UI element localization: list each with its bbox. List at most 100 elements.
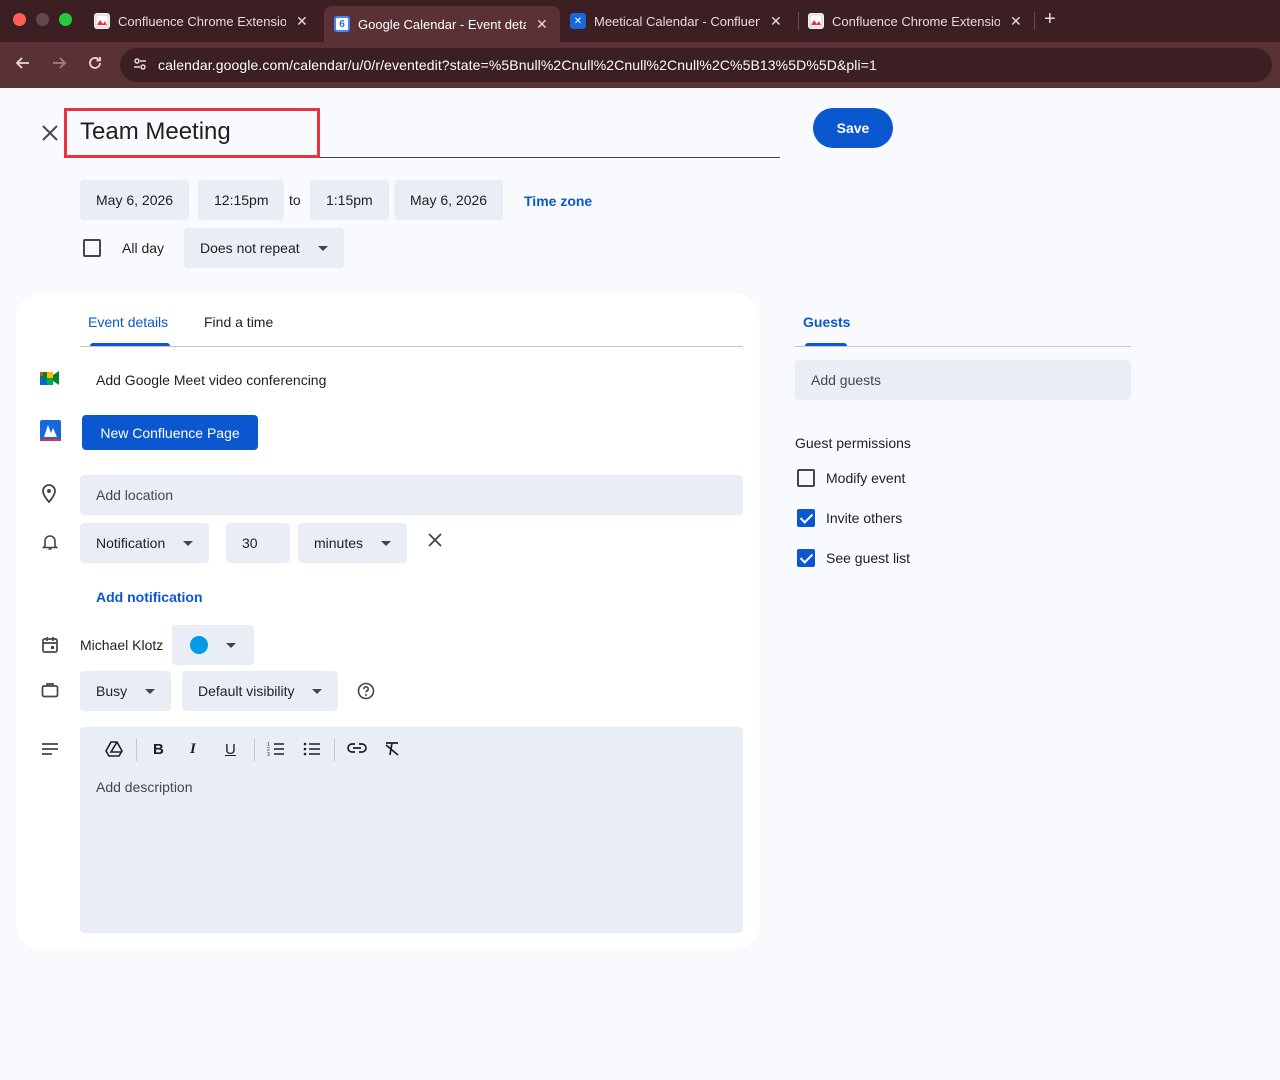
- minimize-window-button[interactable]: [36, 13, 49, 26]
- time-zone-button[interactable]: Time zone: [524, 193, 592, 209]
- close-tab-icon[interactable]: ✕: [536, 16, 548, 33]
- save-button[interactable]: Save: [813, 108, 893, 148]
- availability-dropdown[interactable]: Busy: [80, 671, 172, 711]
- dropdown-arrow-icon: [312, 688, 323, 694]
- tab-event-details[interactable]: Event details: [88, 314, 168, 330]
- browser-tab[interactable]: Confluence Chrome Extension ✕: [808, 6, 1022, 36]
- close-tab-icon[interactable]: ✕: [296, 13, 308, 30]
- bell-icon: [41, 533, 59, 556]
- repeat-value: Does not repeat: [200, 240, 300, 256]
- google-drive-icon[interactable]: [105, 741, 123, 761]
- active-tab-indicator: [805, 343, 847, 346]
- google-meet-icon: [40, 370, 60, 391]
- repeat-dropdown[interactable]: Does not repeat: [184, 228, 344, 268]
- visibility-value: Default visibility: [198, 683, 295, 699]
- confluence-extension-favicon-icon: [808, 13, 824, 29]
- toolbar-separator: [254, 739, 255, 761]
- add-notification-button[interactable]: Add notification: [96, 589, 203, 605]
- close-event-editor-icon[interactable]: [40, 122, 60, 150]
- clear-formatting-icon[interactable]: [384, 741, 400, 761]
- tab-title: Confluence Chrome Extension: [118, 13, 286, 29]
- visibility-dropdown[interactable]: Default visibility: [182, 671, 339, 711]
- invite-others-label: Invite others: [826, 510, 903, 526]
- site-settings-icon[interactable]: [132, 56, 152, 75]
- tab-guests[interactable]: Guests: [803, 314, 850, 330]
- calendar-icon: [41, 636, 59, 659]
- briefcase-icon: [41, 682, 59, 703]
- toolbar-separator: [136, 739, 137, 761]
- dropdown-arrow-icon: [226, 642, 236, 648]
- svg-text:3: 3: [267, 752, 270, 757]
- italic-icon[interactable]: I: [190, 741, 196, 758]
- toolbar-separator: [334, 739, 335, 761]
- reload-icon[interactable]: [87, 55, 103, 76]
- help-icon[interactable]: [357, 682, 375, 705]
- close-tab-icon[interactable]: ✕: [1010, 13, 1022, 30]
- underline-icon[interactable]: U: [225, 741, 236, 758]
- tab-find-a-time[interactable]: Find a time: [204, 314, 273, 330]
- location-input[interactable]: Add location: [80, 475, 743, 515]
- bold-icon[interactable]: B: [153, 741, 164, 758]
- event-color-dropdown[interactable]: [172, 625, 254, 665]
- notification-unit-value: minutes: [314, 535, 364, 551]
- end-date-button[interactable]: May 6, 2026: [394, 180, 504, 220]
- calendar-owner-name: Michael Klotz: [80, 637, 164, 653]
- availability-value: Busy: [96, 683, 128, 699]
- see-guest-list-checkbox[interactable]: [797, 549, 815, 567]
- tabs-divider: [80, 346, 743, 347]
- bulleted-list-icon[interactable]: [303, 741, 321, 761]
- dropdown-arrow-icon: [381, 540, 392, 546]
- confluence-logo-icon: [40, 420, 61, 446]
- notification-type-dropdown[interactable]: Notification: [80, 523, 210, 563]
- url-text: calendar.google.com/calendar/u/0/r/event…: [158, 57, 877, 73]
- new-confluence-page-button[interactable]: New Confluence Page: [82, 415, 258, 450]
- add-guests-input[interactable]: Add guests: [795, 360, 1131, 400]
- remove-notification-icon[interactable]: [428, 533, 442, 552]
- see-guest-list-label: See guest list: [826, 550, 911, 566]
- location-pin-icon: [41, 484, 57, 509]
- close-tab-icon[interactable]: ✕: [770, 13, 782, 30]
- description-placeholder: Add description: [96, 779, 193, 795]
- event-color-swatch: [190, 636, 208, 654]
- close-window-button[interactable]: [13, 13, 26, 26]
- guest-permissions-title: Guest permissions: [795, 435, 911, 451]
- browser-tab[interactable]: ✕ Meetical Calendar - Confluence ✕: [570, 6, 782, 36]
- tab-title: Google Calendar - Event details: [358, 16, 526, 32]
- maximize-window-button[interactable]: [59, 13, 72, 26]
- google-calendar-favicon-icon: 6: [334, 16, 350, 32]
- start-time-button[interactable]: 12:15pm: [198, 180, 285, 220]
- end-time-button[interactable]: 1:15pm: [310, 180, 389, 220]
- dropdown-arrow-icon: [317, 245, 328, 251]
- forward-arrow-icon[interactable]: [51, 55, 67, 76]
- tab-separator: [798, 12, 799, 30]
- add-google-meet-button[interactable]: Add Google Meet video conferencing: [96, 372, 326, 388]
- browser-tab-bar: Confluence Chrome Extension ✕ 6 Google C…: [0, 0, 1280, 42]
- highlight-annotation-box: [64, 108, 320, 158]
- browser-tab-active[interactable]: 6 Google Calendar - Event details ✕: [324, 6, 560, 42]
- all-day-checkbox[interactable]: [83, 239, 101, 257]
- description-editor[interactable]: B I U 123 Add description: [80, 727, 743, 933]
- start-date-button[interactable]: May 6, 2026: [80, 180, 190, 220]
- address-bar[interactable]: calendar.google.com/calendar/u/0/r/event…: [120, 48, 1272, 82]
- tab-title: Meetical Calendar - Confluence: [594, 13, 760, 29]
- tab-separator: [1034, 12, 1035, 30]
- numbered-list-icon[interactable]: 123: [267, 741, 285, 761]
- dropdown-arrow-icon: [183, 540, 194, 546]
- confluence-extension-favicon-icon: [94, 13, 110, 29]
- guests-tabs-divider: [795, 346, 1131, 347]
- notification-unit-dropdown[interactable]: minutes: [298, 523, 408, 563]
- all-day-label: All day: [122, 240, 165, 256]
- dropdown-arrow-icon: [145, 688, 156, 694]
- browser-tab[interactable]: Confluence Chrome Extension ✕: [94, 6, 308, 36]
- link-icon[interactable]: [347, 741, 367, 759]
- notification-value-input[interactable]: 30: [226, 523, 290, 563]
- new-tab-button[interactable]: +: [1044, 8, 1056, 31]
- to-label: to: [289, 192, 301, 208]
- description-lines-icon: [41, 742, 59, 761]
- active-tab-indicator: [90, 343, 170, 346]
- back-arrow-icon[interactable]: [15, 55, 31, 76]
- invite-others-checkbox[interactable]: [797, 509, 815, 527]
- modify-event-label: Modify event: [826, 470, 906, 486]
- modify-event-checkbox[interactable]: [797, 469, 815, 487]
- meetical-favicon-icon: ✕: [570, 13, 586, 29]
